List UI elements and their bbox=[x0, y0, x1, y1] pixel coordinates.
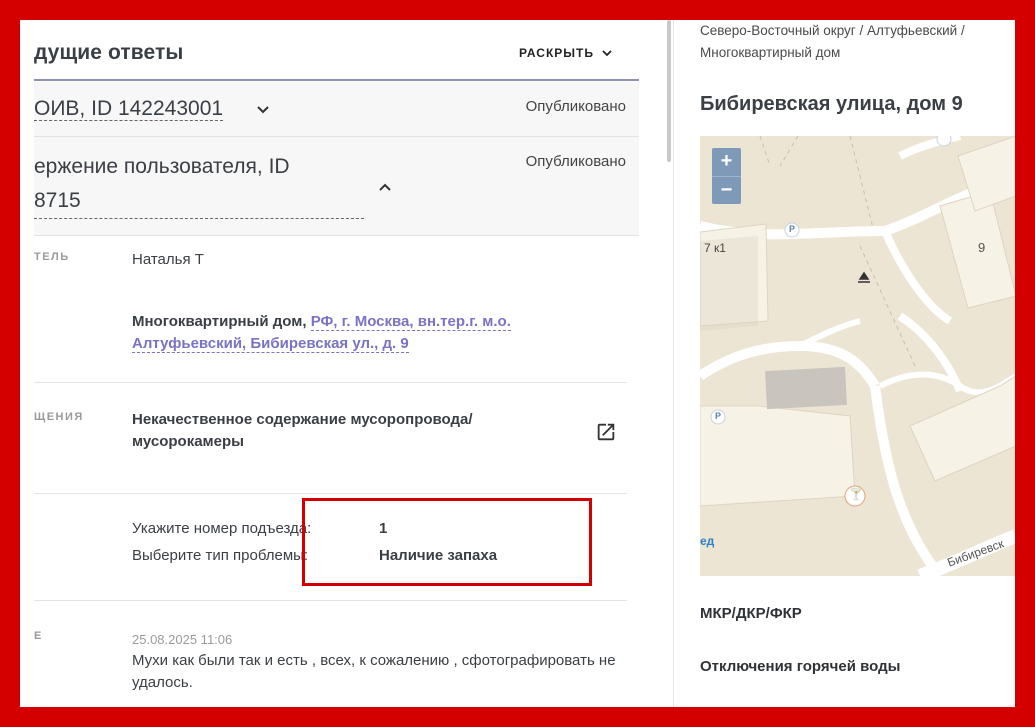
theme-value: Некачественное содержание мусоропровода/… bbox=[132, 411, 473, 450]
map[interactable]: 7 к1 9 Бибиревск ед P P 🍸 + − bbox=[700, 136, 1015, 576]
answer-row[interactable]: ОИВ, ID 142243001 Опубликовано bbox=[34, 82, 639, 137]
detail-key: Выберите тип проблемы: bbox=[132, 547, 309, 564]
address-link[interactable]: РФ, г. Москва, вн.тер.г. м.о. bbox=[310, 313, 511, 331]
theme-label: ЩЕНИЯ bbox=[34, 411, 84, 423]
detail-key: Укажите номер подъезда: bbox=[132, 520, 312, 537]
scrollbar[interactable] bbox=[667, 20, 671, 162]
object-address: Многоквартирный дом, РФ, г. Москва, вн.т… bbox=[132, 313, 511, 353]
object-panel: Северо-Восточный округ / Алтуфьевский / … bbox=[673, 20, 1015, 707]
external-link-icon[interactable] bbox=[595, 421, 617, 443]
appeal-panel: дущие ответы РАСКРЫТЬ ОИВ, ID 142243001 … bbox=[20, 20, 673, 707]
author-value: Наталья Т bbox=[132, 251, 204, 268]
message-text: Мухи как были так и есть , всех, к сожал… bbox=[132, 652, 616, 691]
chevron-down-icon bbox=[602, 50, 612, 57]
zoom-in-button[interactable]: + bbox=[712, 148, 741, 176]
section-title: дущие ответы bbox=[34, 41, 184, 64]
address-title: Бибиревская улица, дом 9 bbox=[700, 93, 963, 115]
status-badge: Опубликовано bbox=[525, 98, 626, 115]
expand-button[interactable]: РАСКРЫТЬ bbox=[519, 46, 613, 60]
info-item[interactable]: МКР/ДКР/ФКР bbox=[700, 605, 802, 622]
parking-icon: P bbox=[715, 411, 722, 421]
map-canvas bbox=[700, 136, 1015, 576]
address-link[interactable]: Алтуфьевский, Бибиревская ул., д. 9 bbox=[132, 335, 409, 353]
section-header: дущие ответы РАСКРЫТЬ bbox=[34, 20, 639, 81]
building-label: 9 bbox=[978, 240, 986, 255]
highlight-box bbox=[302, 498, 592, 586]
message-label: Е bbox=[34, 630, 43, 642]
answer-row[interactable]: ержение пользователя, ID 8715 Опубликова… bbox=[34, 137, 639, 236]
expand-label: РАСКРЫТЬ bbox=[518, 46, 594, 60]
chevron-up-icon[interactable] bbox=[378, 180, 392, 194]
answer-title: ержение пользователя, ID 8715 bbox=[34, 150, 364, 219]
divider bbox=[34, 382, 627, 383]
author-label: ТЕЛЬ bbox=[34, 251, 70, 263]
parking-icon: P bbox=[789, 224, 796, 234]
map-attribution[interactable]: ед bbox=[700, 534, 714, 548]
chevron-down-icon[interactable] bbox=[256, 102, 270, 116]
status-badge: Опубликовано bbox=[525, 153, 626, 170]
divider bbox=[34, 493, 627, 494]
app-frame: дущие ответы РАСКРЫТЬ ОИВ, ID 142243001 … bbox=[20, 20, 1015, 707]
cocktail-icon[interactable]: 🍸 bbox=[849, 488, 863, 501]
zoom-control: + − bbox=[712, 148, 741, 204]
building-label: 7 к1 bbox=[704, 241, 726, 255]
divider bbox=[34, 600, 627, 601]
info-item[interactable]: Отключения горячей воды bbox=[700, 658, 900, 675]
zoom-out-button[interactable]: − bbox=[712, 176, 741, 204]
answer-title: ОИВ, ID 142243001 bbox=[34, 97, 224, 121]
message-date: 25.08.2025 11:06 bbox=[132, 632, 233, 647]
breadcrumb: Северо-Восточный округ / Алтуфьевский / … bbox=[700, 23, 965, 60]
